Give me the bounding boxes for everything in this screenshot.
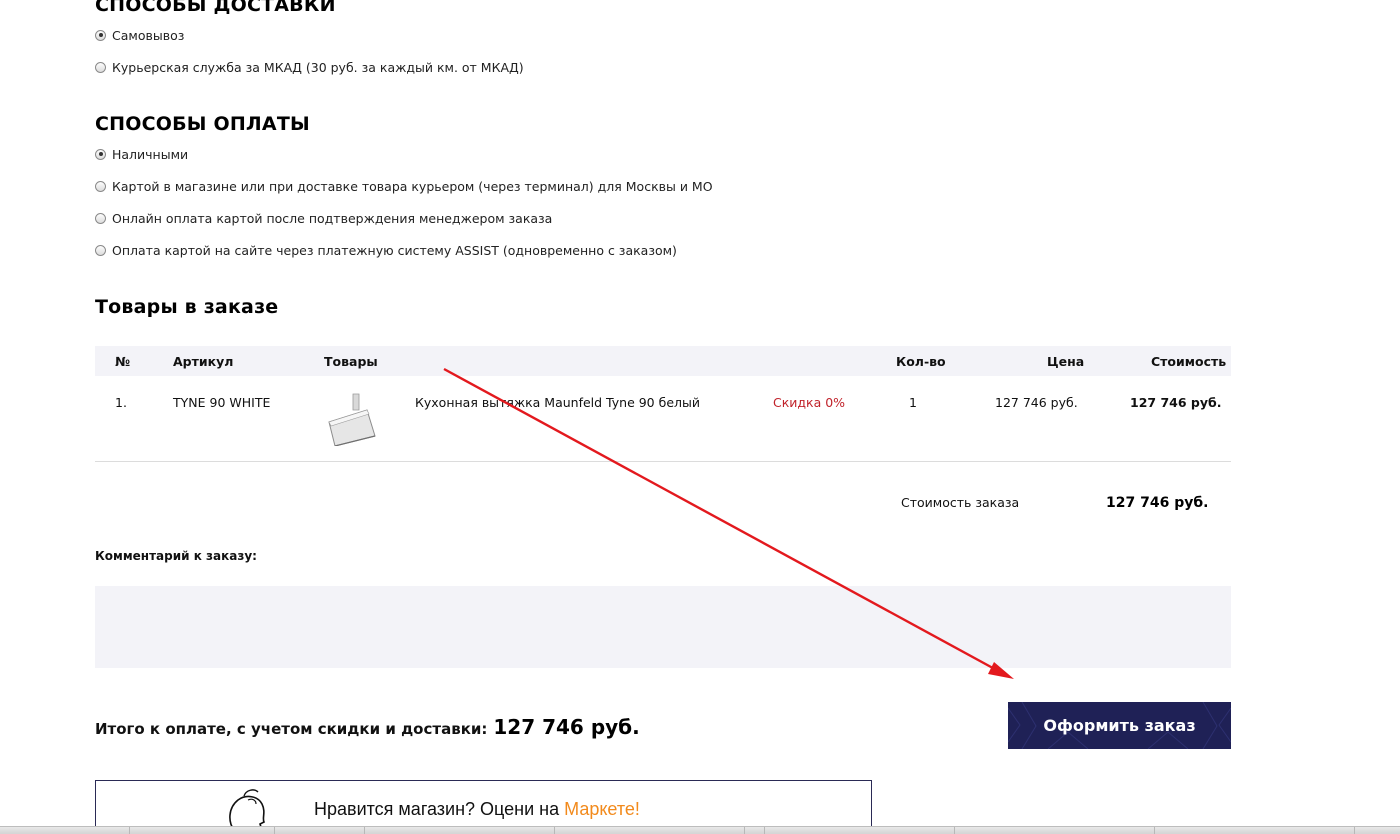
row-price: 127 746 руб.: [995, 395, 1078, 410]
grand-total-label: Итого к оплате, с учетом скидки и достав…: [95, 720, 488, 738]
status-segment: [765, 827, 955, 834]
status-segment: [0, 827, 130, 834]
column-header-product: Товары: [324, 354, 378, 369]
comment-textarea[interactable]: [95, 586, 1231, 668]
row-product-name[interactable]: Кухонная вытяжка Maunfeld Tyne 90 белый: [415, 395, 700, 410]
rate-text: Нравится магазин? Оцени на Маркете!: [314, 799, 640, 820]
payment-section-title: СПОСОБЫ ОПЛАТЫ: [95, 113, 310, 135]
radio-icon[interactable]: [95, 180, 106, 192]
row-cost: 127 746 руб.: [1130, 395, 1222, 410]
submit-order-label: Оформить заказ: [1043, 716, 1196, 735]
column-header-cost: Стоимость: [1151, 354, 1227, 369]
radio-icon[interactable]: [95, 212, 106, 224]
radio-icon[interactable]: [95, 244, 106, 256]
status-segment: [555, 827, 745, 834]
order-cost-value: 127 746 руб.: [1106, 495, 1209, 511]
status-segment: [955, 827, 1155, 834]
delivery-option-label: Курьерская служба за МКАД (30 руб. за ка…: [112, 59, 524, 75]
status-segment: [1155, 827, 1355, 834]
payment-option-label: Онлайн оплата картой после подтверждения…: [112, 210, 553, 226]
grand-total-amount: 127 746 руб.: [493, 715, 640, 739]
delivery-option-pickup[interactable]: Самовывоз: [95, 26, 184, 44]
radio-selected-icon[interactable]: [95, 148, 106, 160]
column-header-sku: Артикул: [173, 354, 234, 369]
order-table-header: № Артикул Товары Кол-во Цена Стоимость: [95, 346, 1231, 376]
column-header-number: №: [115, 354, 131, 369]
browser-status-bar: [0, 826, 1400, 834]
row-number: 1.: [115, 395, 127, 410]
payment-option-label: Картой в магазине или при доставке товар…: [112, 178, 713, 194]
payment-option-label: Наличными: [112, 146, 189, 162]
payment-option-assist[interactable]: Оплата картой на сайте через платежную с…: [95, 241, 677, 259]
payment-option-online-card[interactable]: Онлайн оплата картой после подтверждения…: [95, 209, 552, 227]
comment-label: Комментарий к заказу:: [95, 549, 257, 563]
status-segment: [130, 827, 275, 834]
status-segment: [365, 827, 555, 834]
column-header-price: Цена: [1047, 354, 1085, 369]
submit-order-button[interactable]: Оформить заказ: [1008, 702, 1231, 749]
row-discount: Скидка 0%: [773, 395, 846, 410]
payment-option-label: Оплата картой на сайте через платежную с…: [112, 242, 677, 258]
order-cost-label: Стоимость заказа: [901, 495, 1020, 510]
payment-option-card-terminal[interactable]: Картой в магазине или при доставке товар…: [95, 177, 713, 195]
delivery-section-title: СПОСОБЫ ДОСТАВКИ: [95, 0, 336, 16]
range-hood-image[interactable]: [323, 390, 379, 446]
delivery-option-label: Самовывоз: [112, 27, 185, 43]
row-quantity: 1: [909, 395, 917, 410]
row-sku[interactable]: TYNE 90 WHITE: [173, 395, 270, 410]
rate-text-main: Нравится магазин? Оцени на: [314, 799, 565, 819]
grand-total: Итого к оплате, с учетом скидки и достав…: [95, 715, 640, 739]
table-row: 1. TYNE 90 WHITE Кухонная вытяжка Maunfe…: [95, 376, 1231, 462]
delivery-option-courier[interactable]: Курьерская служба за МКАД (30 руб. за ка…: [95, 58, 524, 76]
radio-selected-icon[interactable]: [95, 29, 106, 41]
status-segment: [275, 827, 365, 834]
radio-icon[interactable]: [95, 61, 106, 73]
order-items-title: Товары в заказе: [95, 296, 279, 318]
status-segment: [745, 827, 765, 834]
column-header-quantity: Кол-во: [896, 354, 946, 369]
market-link[interactable]: Маркете!: [564, 799, 640, 819]
payment-option-cash[interactable]: Наличными: [95, 145, 188, 163]
